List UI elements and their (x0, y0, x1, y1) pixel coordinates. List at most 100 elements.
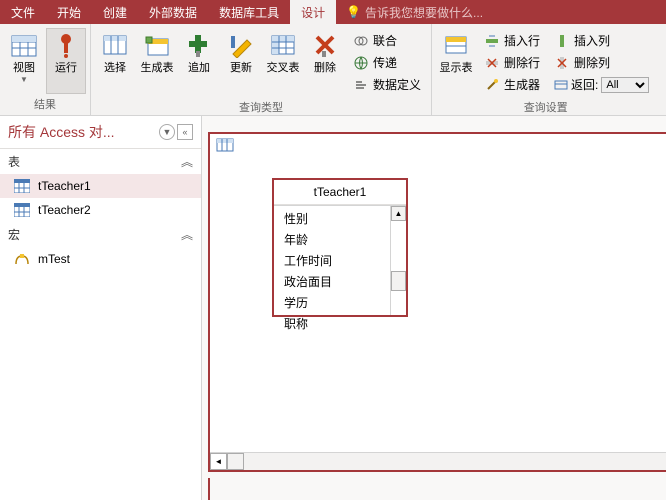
canvas-inner: tTeacher1 性别 年龄 工作时间 政治面目 学历 职称 ▲ (208, 132, 666, 472)
field-item[interactable]: 职称 (274, 313, 406, 334)
tab-design[interactable]: 设计 (290, 0, 336, 24)
bulb-icon: 💡 (346, 5, 361, 19)
field-item[interactable]: 工作时间 (274, 250, 406, 271)
view-label: 视图 (13, 62, 35, 75)
exclaim-icon (52, 32, 80, 60)
wand-icon (484, 77, 500, 93)
table-fields: 性别 年龄 工作时间 政治面目 学历 职称 (274, 206, 406, 336)
nav-item-label: tTeacher2 (38, 203, 91, 217)
nav-item-label: mTest (38, 252, 70, 266)
append-icon (185, 32, 213, 60)
return-label: 返回: (571, 76, 598, 93)
union-button[interactable]: 联合 (349, 30, 425, 51)
group-qtype-label: 查询类型 (95, 97, 427, 117)
deleterow-icon (484, 55, 500, 71)
view-button[interactable]: 视图 ▼ (4, 28, 44, 94)
nav-section-tables[interactable]: 表︽ (0, 149, 201, 174)
crosstab-button[interactable]: 交叉表 (263, 28, 303, 94)
scroll-track[interactable] (227, 453, 244, 470)
tab-file[interactable]: 文件 (0, 0, 46, 24)
ribbon-tabs: 文件 开始 创建 外部数据 数据库工具 设计 💡 告诉我您想要做什么... (0, 0, 666, 24)
nav-item-label: tTeacher1 (38, 179, 91, 193)
chevron-up-icon: ︽ (181, 226, 193, 243)
grid-icon (10, 32, 38, 60)
append-label: 追加 (188, 62, 210, 75)
field-item[interactable]: 性别 (274, 208, 406, 229)
showtable-label: 显示表 (440, 62, 473, 75)
dropdown-icon: ▼ (20, 75, 28, 84)
update-button[interactable]: 更新 (221, 28, 261, 94)
tab-home[interactable]: 开始 (46, 0, 92, 24)
tab-create[interactable]: 创建 (92, 0, 138, 24)
return-icon (554, 78, 568, 92)
group-querytype: 选择 生成表 追加 更新 交叉表 删除 联合 (91, 24, 432, 115)
macro-icon (14, 252, 30, 266)
showtable-button[interactable]: 显示表 (436, 28, 476, 94)
crosstab-icon (269, 32, 297, 60)
chevron-up-icon: ︽ (181, 153, 193, 170)
datadef-icon (353, 77, 369, 93)
tell-me-label: 告诉我您想要做什么... (365, 4, 483, 21)
union-icon (353, 33, 369, 49)
insertrow-button[interactable]: 插入行 (480, 30, 544, 51)
crosstab-label: 交叉表 (267, 62, 300, 75)
group-results: 视图 ▼ 运行 结果 (0, 24, 91, 115)
ribbon: 视图 ▼ 运行 结果 选择 生成表 追加 (0, 24, 666, 116)
field-item[interactable]: 政治面目 (274, 271, 406, 292)
showtable-icon (442, 32, 470, 60)
design-canvas[interactable]: tTeacher1 性别 年龄 工作时间 政治面目 学历 职称 ▲ (202, 116, 666, 500)
field-item[interactable]: 学历 (274, 292, 406, 313)
maketable-label: 生成表 (141, 62, 174, 75)
delete-label: 删除 (314, 62, 336, 75)
insertcol-button[interactable]: 插入列 (550, 30, 653, 51)
deletecol-button[interactable]: 删除列 (550, 52, 653, 73)
return-row: 返回: All (550, 74, 653, 95)
update-label: 更新 (230, 62, 252, 75)
nav-section-macros[interactable]: 宏︽ (0, 222, 201, 247)
delete-button[interactable]: 删除 (305, 28, 345, 94)
run-button[interactable]: 运行 (46, 28, 86, 94)
run-label: 运行 (55, 62, 77, 75)
table-tteacher1[interactable]: tTeacher1 性别 年龄 工作时间 政治面目 学历 职称 ▲ (272, 178, 408, 317)
datadef-button[interactable]: 数据定义 (349, 74, 425, 95)
globe-icon (353, 55, 369, 71)
scroll-thumb[interactable] (391, 271, 406, 291)
maketable-button[interactable]: 生成表 (137, 28, 177, 94)
delete-icon (311, 32, 339, 60)
tell-me-search[interactable]: 💡 告诉我您想要做什么... (336, 0, 493, 24)
select-button[interactable]: 选择 (95, 28, 135, 94)
append-button[interactable]: 追加 (179, 28, 219, 94)
nav-title: 所有 Access 对... (8, 122, 157, 142)
table-scrollbar[interactable]: ▲ (390, 206, 406, 315)
deletecol-icon (554, 55, 570, 71)
update-icon (227, 32, 255, 60)
nav-item-mtest[interactable]: mTest (0, 247, 201, 271)
nav-header[interactable]: 所有 Access 对... ▼ « (0, 116, 201, 149)
tab-external[interactable]: 外部数据 (138, 0, 208, 24)
group-setup: 显示表 插入行 删除行 生成器 插入列 删除列 返回: All 查询设置 (432, 24, 659, 115)
table-title: tTeacher1 (274, 180, 406, 205)
deleterow-button[interactable]: 删除行 (480, 52, 544, 73)
design-grid-edge (208, 478, 666, 500)
maketable-icon (143, 32, 171, 60)
insertrow-icon (484, 33, 500, 49)
insertcol-icon (554, 33, 570, 49)
collapse-icon[interactable]: « (177, 124, 193, 140)
builder-button[interactable]: 生成器 (480, 74, 544, 95)
main-area: 所有 Access 对... ▼ « 表︽ tTeacher1 tTeacher… (0, 116, 666, 500)
group-results-label: 结果 (4, 94, 86, 114)
tab-dbtools[interactable]: 数据库工具 (208, 0, 290, 24)
scroll-left-icon[interactable]: ◄ (210, 453, 227, 470)
query-icon (216, 138, 234, 154)
h-scrollbar[interactable]: ◄ (210, 452, 666, 470)
field-item[interactable]: 年龄 (274, 229, 406, 250)
select-icon (101, 32, 129, 60)
scroll-up-icon[interactable]: ▲ (391, 206, 406, 221)
return-select[interactable]: All (601, 77, 649, 93)
passthrough-button[interactable]: 传递 (349, 52, 425, 73)
nav-item-tteacher1[interactable]: tTeacher1 (0, 174, 201, 198)
chevron-down-icon[interactable]: ▼ (159, 124, 175, 140)
nav-item-tteacher2[interactable]: tTeacher2 (0, 198, 201, 222)
nav-pane: 所有 Access 对... ▼ « 表︽ tTeacher1 tTeacher… (0, 116, 202, 500)
group-setup-label: 查询设置 (436, 97, 655, 117)
